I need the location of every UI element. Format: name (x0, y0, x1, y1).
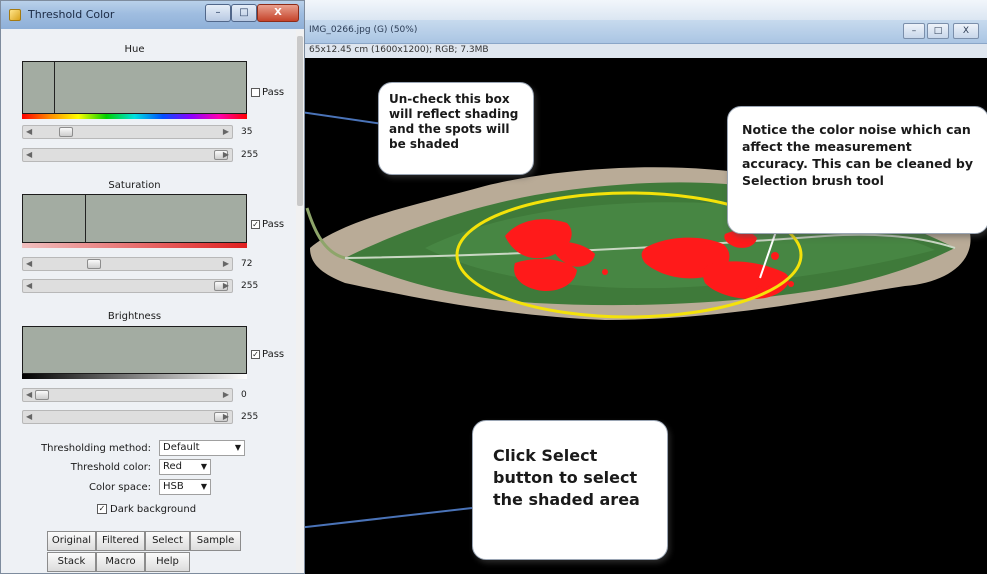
minimize-button[interactable]: – (205, 4, 231, 22)
slider-left-arrow-icon[interactable]: ◀ (26, 281, 32, 290)
filtered-button[interactable]: Filtered (96, 531, 145, 551)
color-space-select[interactable]: HSB ▼ (159, 479, 211, 495)
image-info-text: 65x12.45 cm (1600x1200); RGB; 7.3MB (309, 45, 489, 55)
threshold-color-label: Threshold color: (70, 462, 151, 473)
slider-right-arrow-icon[interactable]: ▶ (223, 390, 229, 399)
slider-right-arrow-icon[interactable]: ▶ (223, 259, 229, 268)
saturation-pass-label: Pass (262, 219, 285, 230)
color-space-value: HSB (163, 481, 184, 492)
slider-left-arrow-icon[interactable]: ◀ (26, 127, 32, 136)
thresholding-method-label: Thresholding method: (41, 443, 151, 454)
hue-max-value: 255 (241, 150, 259, 160)
maximize-button[interactable]: □ (927, 23, 949, 39)
slider-right-arrow-icon[interactable]: ▶ (223, 412, 229, 421)
chevron-down-icon[interactable]: ▼ (201, 480, 207, 494)
saturation-pass-checkbox[interactable]: ✓ Pass (251, 219, 284, 230)
slider-knob[interactable] (35, 390, 49, 400)
threshold-color-dialog: Threshold Color – □ X Hue Pass ◀ ▶ 35 ◀ … (0, 0, 305, 574)
saturation-label: Saturation (108, 180, 161, 191)
select-callout-text: Click Select button to select the shaded… (493, 446, 640, 509)
saturation-max-value: 255 (241, 281, 259, 291)
hue-min-value: 35 (241, 127, 253, 137)
hue-pass-box[interactable] (251, 87, 260, 97)
uncheck-callout: Un-check this box will reflect shading a… (378, 82, 534, 175)
brightness-histogram (22, 326, 247, 374)
dark-background-checkbox[interactable]: ✓ Dark background (97, 504, 196, 515)
saturation-max-slider[interactable]: ◀ ▶ (22, 279, 233, 293)
brightness-min-slider[interactable]: ◀ ▶ (22, 388, 233, 402)
brightness-pass-label: Pass (262, 349, 285, 360)
saturation-lower-marker (85, 195, 86, 242)
chevron-down-icon[interactable]: ▼ (201, 460, 207, 474)
dark-background-label: Dark background (110, 504, 197, 515)
saturation-min-value: 72 (241, 259, 253, 269)
noise-callout-text: Notice the color noise which can affect … (742, 122, 974, 188)
hue-label: Hue (124, 44, 145, 55)
saturation-pass-box[interactable]: ✓ (251, 219, 260, 229)
slider-left-arrow-icon[interactable]: ◀ (26, 390, 32, 399)
dark-background-box[interactable]: ✓ (97, 504, 107, 514)
stack-button[interactable]: Stack (47, 552, 96, 572)
thresholding-method-value: Default (163, 442, 200, 453)
scrollbar-thumb[interactable] (297, 36, 303, 206)
saturation-min-slider[interactable]: ◀ ▶ (22, 257, 233, 271)
uncheck-callout-text: Un-check this box will reflect shading a… (389, 92, 519, 151)
dialog-title: Threshold Color (28, 8, 115, 21)
slider-left-arrow-icon[interactable]: ◀ (26, 412, 32, 421)
slider-right-arrow-icon[interactable]: ▶ (223, 127, 229, 136)
thresholding-method-select[interactable]: Default ▼ (159, 440, 245, 456)
macro-button[interactable]: Macro (96, 552, 145, 572)
app-icon (9, 9, 21, 21)
brightness-max-slider[interactable]: ◀ ▶ (22, 410, 233, 424)
threshold-color-value: Red (163, 461, 182, 472)
brightness-max-value: 255 (241, 412, 259, 422)
maximize-button[interactable]: □ (231, 4, 257, 22)
color-space-label: Color space: (89, 482, 151, 493)
brightness-min-value: 0 (241, 390, 247, 400)
image-window-titlebar[interactable]: IMG_0266.jpg (G) (50%) – □ X (305, 20, 987, 44)
hue-lower-marker (54, 62, 55, 113)
close-button[interactable]: X (257, 4, 299, 22)
hue-histogram (22, 61, 247, 114)
slider-left-arrow-icon[interactable]: ◀ (26, 150, 32, 159)
minimize-button[interactable]: – (903, 23, 925, 39)
close-button[interactable]: X (953, 23, 979, 39)
brightness-pass-box[interactable]: ✓ (251, 349, 260, 359)
select-callout-line (305, 507, 473, 529)
hue-min-slider[interactable]: ◀ ▶ (22, 125, 233, 139)
select-callout: Click Select button to select the shaded… (472, 420, 668, 560)
saturation-histogram (22, 194, 247, 243)
sample-button[interactable]: Sample (190, 531, 241, 551)
brightness-pass-checkbox[interactable]: ✓ Pass (251, 349, 284, 360)
desktop-strip (305, 0, 987, 20)
image-window-title: IMG_0266.jpg (G) (50%) (309, 25, 418, 35)
slider-left-arrow-icon[interactable]: ◀ (26, 259, 32, 268)
hue-pass-checkbox[interactable]: Pass (251, 87, 284, 98)
slider-knob[interactable] (87, 259, 101, 269)
saturation-gradient-bar (22, 243, 247, 248)
brightness-label: Brightness (107, 311, 162, 322)
slider-right-arrow-icon[interactable]: ▶ (223, 150, 229, 159)
slider-right-arrow-icon[interactable]: ▶ (223, 281, 229, 290)
chevron-down-icon[interactable]: ▼ (235, 441, 241, 455)
uncheck-callout-line (305, 111, 384, 125)
dialog-scrollbar[interactable] (296, 30, 304, 573)
hue-pass-label: Pass (262, 87, 285, 98)
help-button[interactable]: Help (145, 552, 190, 572)
hue-max-slider[interactable]: ◀ ▶ (22, 148, 233, 162)
noise-callout: Notice the color noise which can affect … (727, 106, 987, 234)
hue-spectrum-bar (22, 114, 247, 119)
select-button[interactable]: Select (145, 531, 190, 551)
image-info-bar: 65x12.45 cm (1600x1200); RGB; 7.3MB (305, 44, 987, 58)
slider-knob[interactable] (59, 127, 73, 137)
threshold-color-select[interactable]: Red ▼ (159, 459, 211, 475)
original-button[interactable]: Original (47, 531, 96, 551)
brightness-gradient-bar (22, 374, 247, 379)
dialog-titlebar[interactable]: Threshold Color – □ X (1, 1, 304, 29)
